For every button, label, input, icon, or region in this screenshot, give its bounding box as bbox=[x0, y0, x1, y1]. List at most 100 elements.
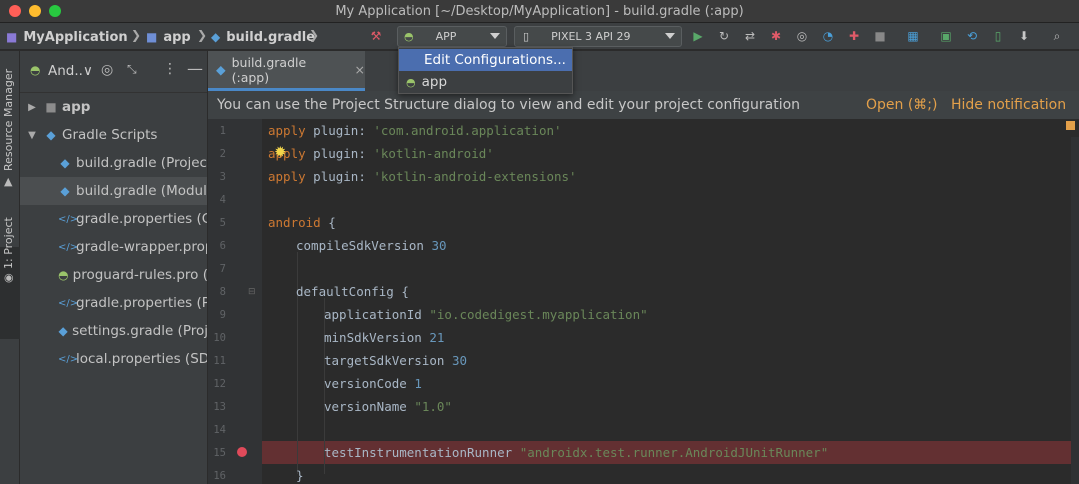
line-number: 14 bbox=[213, 424, 226, 436]
code-line-10[interactable]: minSdkVersion 21 bbox=[324, 326, 444, 349]
title-bar: My Application [~/Desktop/MyApplication]… bbox=[0, 0, 1079, 23]
gradle-elephant-icon: ◆ bbox=[58, 324, 68, 338]
project-structure-icon[interactable]: ▦ bbox=[905, 28, 921, 44]
code-line-2[interactable]: apply plugin: 'kotlin-android' bbox=[268, 142, 494, 165]
tree-item-label: gradle.properties (G bbox=[76, 211, 208, 227]
chevron-down-icon: ▼ bbox=[28, 129, 36, 141]
tree-item-gradle-wrapper-properties[interactable]: </> gradle-wrapper.prop bbox=[20, 233, 207, 261]
profiler-gauge-icon[interactable]: ◔ bbox=[820, 28, 836, 44]
chevron-right-icon: ❯ bbox=[197, 28, 208, 42]
tree-item-build-gradle-module[interactable]: ◆ build.gradle (Modul bbox=[20, 177, 207, 205]
tab-build-gradle-app[interactable]: ◆ build.gradle (:app) × bbox=[208, 51, 365, 91]
gradle-elephant-icon: ◆ bbox=[216, 62, 226, 77]
code-line-16[interactable]: } bbox=[296, 464, 304, 484]
gradle-elephant-icon: ◆ bbox=[211, 30, 221, 44]
tree-item-gradle-properties-global[interactable]: </> gradle.properties (P bbox=[20, 289, 208, 317]
project-tab-label: 1: Project bbox=[2, 217, 15, 269]
analysis-status-marker[interactable] bbox=[1066, 121, 1075, 130]
lightbulb-icon[interactable]: ✹ bbox=[274, 143, 287, 161]
breadcrumb-file[interactable]: ◆ build.gradle bbox=[211, 28, 315, 46]
code-line-12[interactable]: versionCode 1 bbox=[324, 372, 422, 395]
hide-notification-link[interactable]: Hide notification bbox=[951, 97, 1066, 113]
code-token: plugin: bbox=[305, 123, 374, 138]
code-token: { bbox=[393, 284, 409, 299]
target-icon[interactable]: ◎ bbox=[101, 62, 113, 78]
sync-gradle-icon[interactable]: ⟲ bbox=[964, 28, 980, 44]
tree-item-proguard-rules[interactable]: ◓ proguard-rules.pro ( bbox=[20, 261, 207, 289]
tree-item-settings-gradle[interactable]: ◆ settings.gradle (Proj bbox=[20, 317, 207, 345]
code-line-3[interactable]: apply plugin: 'kotlin-android-extensions… bbox=[268, 165, 577, 188]
line-number: 2 bbox=[219, 148, 226, 160]
build-hammer-icon[interactable]: ⚒ bbox=[368, 28, 384, 44]
code-token: applicationId bbox=[324, 307, 422, 322]
code-token: 'com.android.application' bbox=[373, 123, 562, 138]
collapse-all-icon[interactable]: ⤡ bbox=[127, 62, 137, 77]
code-token: "androidx.test.runner.AndroidJUnitRunner… bbox=[519, 445, 829, 460]
code-line-13[interactable]: versionName "1.0" bbox=[324, 395, 452, 418]
breadcrumb-project[interactable]: ■ MyApplication bbox=[6, 28, 128, 46]
code-line-6[interactable]: compileSdkVersion 30 bbox=[296, 234, 447, 257]
code-token: 'kotlin-android' bbox=[373, 146, 494, 161]
tree-item-label: gradle.properties (P bbox=[76, 295, 208, 311]
project-view-selector[interactable]: And..∨ bbox=[48, 63, 93, 79]
code-line-9[interactable]: applicationId "io.codedigest.myapplicati… bbox=[324, 303, 648, 326]
fold-icon[interactable]: ⊟ bbox=[248, 287, 256, 297]
line-number: 10 bbox=[213, 332, 226, 344]
tree-item-app[interactable]: ▶ ■ app bbox=[20, 93, 207, 121]
tree-item-label: build.gradle (Modul bbox=[76, 183, 207, 199]
avd-manager-icon[interactable]: ▯ bbox=[990, 28, 1006, 44]
menu-item-app[interactable]: ◓ app bbox=[399, 71, 572, 93]
code-line-5[interactable]: android { bbox=[268, 211, 336, 234]
tree-item-gradle-scripts[interactable]: ▼ ◆ Gradle Scripts bbox=[20, 121, 207, 149]
chevron-down-icon bbox=[665, 33, 675, 39]
line-number: 12 bbox=[213, 378, 226, 390]
breadcrumb-module[interactable]: ■ app bbox=[146, 28, 191, 46]
gradle-elephant-icon: ◆ bbox=[60, 156, 70, 170]
apply-code-changes-icon[interactable]: ⇄ bbox=[742, 28, 758, 44]
more-options-icon[interactable]: ⋮ bbox=[163, 61, 177, 77]
tree-item-label: Gradle Scripts bbox=[62, 127, 158, 143]
tree-item-local-properties[interactable]: </> local.properties (SD bbox=[20, 345, 207, 373]
terminal-icon[interactable]: ▣ bbox=[938, 28, 954, 44]
code-line-11[interactable]: targetSdkVersion 30 bbox=[324, 349, 467, 372]
tree-item-label: app bbox=[62, 99, 91, 115]
code-line-8[interactable]: defaultConfig { bbox=[296, 280, 409, 303]
resource-manager-icon: ▲ bbox=[4, 175, 13, 188]
menu-item-edit-configurations[interactable]: Edit Configurations... bbox=[399, 49, 572, 71]
notification-text: You can use the Project Structure dialog… bbox=[217, 97, 801, 113]
run-icon[interactable]: ▶ bbox=[690, 28, 706, 44]
profile-icon[interactable]: ◎ bbox=[794, 28, 810, 44]
tab-label: build.gradle (:app) bbox=[231, 54, 307, 85]
line-number: 15 bbox=[213, 447, 226, 459]
tree-item-build-gradle-project[interactable]: ◆ build.gradle (Projec bbox=[20, 149, 207, 177]
code-token: versionName bbox=[324, 399, 407, 414]
code-token: plugin: bbox=[305, 146, 374, 161]
breakpoint-icon[interactable] bbox=[237, 447, 247, 457]
code-line-15[interactable]: testInstrumentationRunner "androidx.test… bbox=[324, 441, 828, 464]
android-icon: ◓ bbox=[30, 63, 41, 77]
resource-manager-tab[interactable]: Resource Manager bbox=[2, 69, 15, 171]
android-icon: ◓ bbox=[58, 268, 69, 282]
run-config-selector[interactable]: ◓ APP bbox=[397, 26, 507, 47]
code-token: defaultConfig bbox=[296, 284, 394, 299]
attach-debugger-icon[interactable]: ✚ bbox=[846, 28, 862, 44]
line-number: 5 bbox=[219, 217, 226, 229]
close-icon[interactable]: × bbox=[355, 62, 365, 77]
debug-icon[interactable]: ✱ bbox=[768, 28, 784, 44]
code-line-1[interactable]: apply plugin: 'com.android.application' bbox=[268, 119, 562, 142]
open-project-structure-link[interactable]: Open (⌘;) bbox=[866, 97, 937, 113]
apply-changes-icon[interactable]: ↻ bbox=[716, 28, 732, 44]
line-number: 4 bbox=[219, 194, 226, 206]
editor-tab-bar: ◆ build.gradle (:app) × bbox=[208, 51, 1079, 91]
chevron-down-icon bbox=[490, 33, 500, 39]
sdk-manager-icon[interactable]: ⬇ bbox=[1016, 28, 1032, 44]
project-tab[interactable]: 1: Project bbox=[2, 217, 15, 269]
code-token: "1.0" bbox=[414, 399, 452, 414]
search-icon[interactable]: ⌕ bbox=[1049, 28, 1065, 44]
tree-item-gradle-properties[interactable]: </> gradle.properties (G bbox=[20, 205, 208, 233]
code-token: compileSdkVersion bbox=[296, 238, 424, 253]
device-selector[interactable]: ▯ PIXEL 3 API 29 bbox=[514, 26, 682, 47]
stop-icon[interactable]: ■ bbox=[872, 28, 888, 44]
hide-panel-icon[interactable]: — bbox=[187, 59, 203, 78]
editor-scrollbar[interactable] bbox=[1071, 137, 1079, 484]
